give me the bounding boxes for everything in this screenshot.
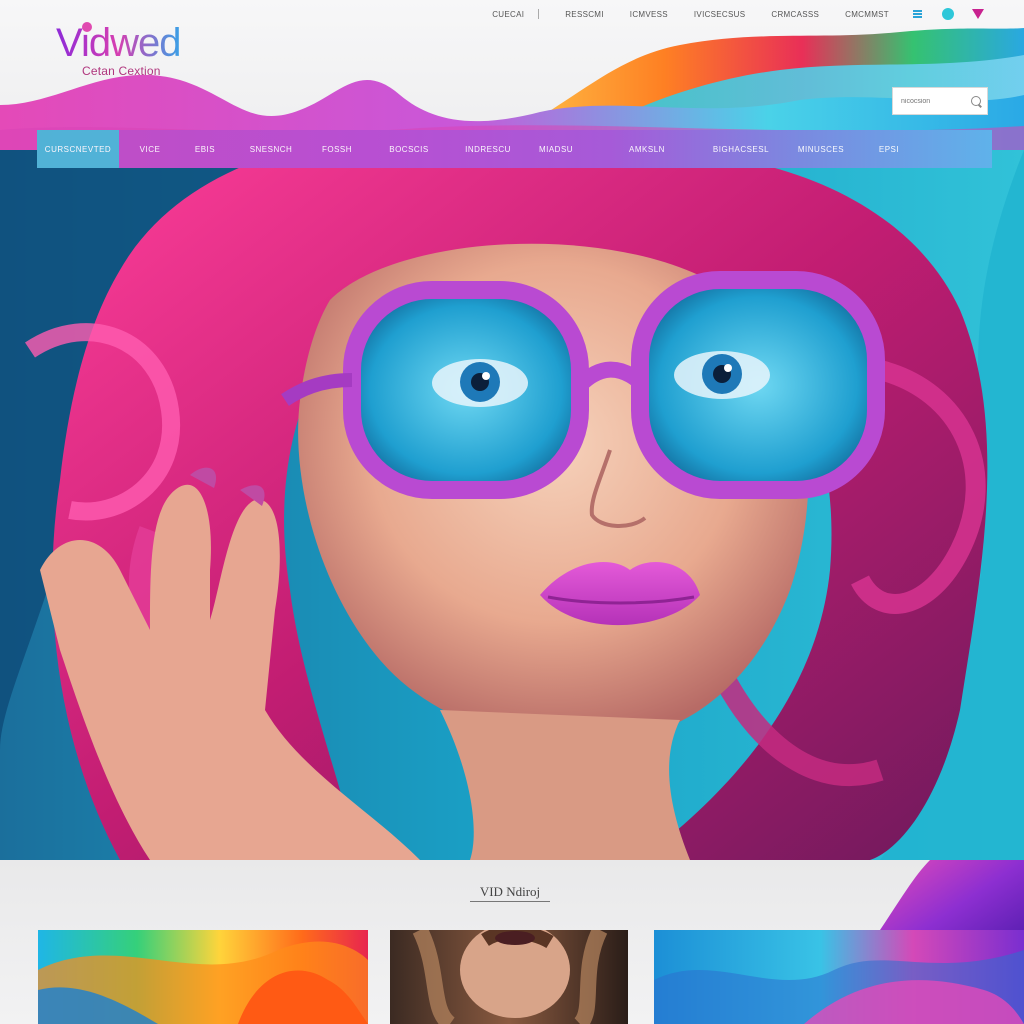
dropdown-triangle-icon[interactable] — [972, 9, 984, 19]
nav-item-3[interactable]: EBIS — [181, 130, 229, 168]
nav-item-4[interactable]: SNESNCH — [229, 130, 313, 168]
hero-portrait-illustration — [0, 150, 1024, 860]
nav-item-5[interactable]: FOSSH — [313, 130, 361, 168]
hero-image — [0, 150, 1024, 860]
feature-card-1[interactable] — [38, 930, 368, 1024]
menu-icon[interactable] — [913, 10, 922, 18]
topnav-item-3[interactable]: ICMVESS — [630, 10, 668, 19]
nav-item-8[interactable]: MIADSU — [519, 130, 593, 168]
nav-item-12[interactable]: EPSI — [861, 130, 917, 168]
main-navigation: CURSCNEVTED VICE EBIS SNESNCH FOSSH BOCS… — [37, 130, 992, 168]
nav-item-2[interactable]: VICE — [119, 130, 181, 168]
featured-section: VID Ndiroj — [0, 860, 1024, 1024]
logo-tagline: Cetan Cextion — [82, 64, 161, 78]
nav-item-6[interactable]: BOCSCIS — [361, 130, 457, 168]
search-input[interactable] — [901, 97, 969, 105]
nav-item-7[interactable]: INDRESCU — [457, 130, 519, 168]
search-box — [892, 87, 988, 115]
nav-item-11[interactable]: MINUSCES — [781, 130, 861, 168]
feature-card-3[interactable] — [654, 930, 1024, 1024]
topnav-item-6[interactable]: CMCMMST — [845, 10, 889, 19]
topnav-item-2[interactable]: RESSCMI — [565, 10, 604, 19]
feature-card-2[interactable] — [390, 930, 628, 1024]
feature-card-3-image — [654, 930, 1024, 1024]
section-title: VID Ndiroj — [470, 884, 550, 902]
feature-card-2-image — [390, 930, 628, 1024]
search-icon[interactable] — [971, 96, 981, 106]
logo-dot — [82, 22, 92, 32]
nav-item-1[interactable]: CURSCNEVTED — [37, 130, 119, 168]
site-header: Vidwed Cetan Cextion CUECAI RESSCMI ICMV… — [0, 0, 1024, 150]
topnav-item-5[interactable]: CRMCASSS — [771, 10, 819, 19]
page: Vidwed Cetan Cextion CUECAI RESSCMI ICMV… — [0, 0, 1024, 1024]
top-navigation: CUECAI RESSCMI ICMVESS IVICSECSUS CRMCAS… — [466, 6, 984, 22]
nav-item-9[interactable]: AMKSLN — [593, 130, 701, 168]
feature-card-1-image — [38, 930, 368, 1024]
topnav-divider — [538, 9, 540, 19]
nav-item-10[interactable]: BIGHACSESL — [701, 130, 781, 168]
circle-icon[interactable] — [942, 8, 954, 20]
topnav-item-1[interactable]: CUECAI — [492, 10, 524, 19]
logo-wordmark: Vidwed — [56, 21, 181, 65]
topnav-item-4[interactable]: IVICSECSUS — [694, 10, 745, 19]
site-logo[interactable]: Vidwed Cetan Cextion — [56, 20, 206, 80]
